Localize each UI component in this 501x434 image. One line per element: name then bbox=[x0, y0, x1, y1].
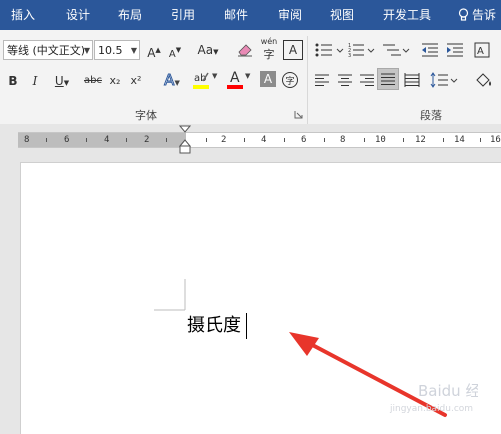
font-size-value: 10.5 bbox=[98, 44, 123, 57]
ruler-number: 12 bbox=[415, 135, 426, 145]
svg-text:3: 3 bbox=[348, 53, 351, 58]
text-cursor bbox=[246, 313, 247, 339]
ruler-tick bbox=[126, 138, 127, 142]
phonetic-guide-button[interactable]: wén 字 bbox=[259, 36, 279, 62]
ruler-number: 8 bbox=[340, 135, 346, 145]
font-name-value: 等线 (中文正文) bbox=[7, 44, 86, 57]
justify-button[interactable] bbox=[377, 68, 399, 90]
ruler-number: 4 bbox=[261, 135, 267, 145]
strikethrough-button[interactable]: abc bbox=[82, 71, 104, 91]
ruler-tick bbox=[480, 138, 481, 142]
document-text[interactable]: 摄氏度 bbox=[187, 311, 241, 341]
bullets-icon[interactable] bbox=[314, 42, 348, 58]
group-separator bbox=[307, 36, 308, 124]
tab-mailings[interactable]: 邮件 bbox=[224, 0, 248, 30]
tab-layout[interactable]: 布局 bbox=[118, 0, 142, 30]
horizontal-ruler[interactable]: 8 6 4 2 2 4 6 8 10 12 14 16 bbox=[18, 132, 501, 148]
font-name-combo[interactable]: 等线 (中文正文) ▼ bbox=[3, 40, 93, 60]
ribbon-tab-bar: 插入 设计 布局 引用 邮件 审阅 视图 开发工具 告诉 bbox=[0, 0, 501, 30]
chevron-down-icon: ▼ bbox=[83, 46, 90, 55]
chevron-down-icon: ▼ bbox=[245, 72, 251, 80]
align-center-icon[interactable] bbox=[337, 73, 353, 87]
increase-indent-icon[interactable] bbox=[446, 42, 464, 58]
ruler-number: 10 bbox=[375, 135, 386, 145]
ruler-tick bbox=[284, 138, 285, 142]
indent-marker-icon[interactable] bbox=[179, 125, 191, 154]
enclose-characters-icon[interactable]: 字 bbox=[281, 71, 299, 89]
superscript-button[interactable]: x² bbox=[128, 71, 144, 91]
ruler-tick bbox=[86, 138, 87, 142]
ruler-number: 8 bbox=[24, 135, 30, 145]
baidu-watermark: Baidu 经验 jingyan.baidu.com bbox=[388, 378, 498, 428]
font-group-label: 字体 bbox=[135, 109, 157, 122]
svg-text:字: 字 bbox=[286, 75, 295, 87]
tab-review[interactable]: 审阅 bbox=[278, 0, 302, 30]
tab-insert[interactable]: 插入 bbox=[11, 0, 35, 30]
shading-bucket-icon[interactable] bbox=[473, 71, 499, 89]
svg-text:A: A bbox=[477, 46, 484, 57]
font-dialog-launcher-icon[interactable] bbox=[294, 110, 303, 119]
clear-formatting-icon[interactable] bbox=[236, 42, 254, 58]
highlight-color-bar bbox=[193, 85, 209, 89]
ruler-number: 14 bbox=[454, 135, 465, 145]
margin-corner-mark bbox=[154, 279, 186, 311]
font-size-combo[interactable]: 10.5 ▼ bbox=[94, 40, 140, 60]
watermark-url: jingyan.baidu.com bbox=[390, 404, 474, 414]
align-left-icon[interactable] bbox=[314, 73, 330, 87]
ruler-number: 6 bbox=[301, 135, 307, 145]
italic-button[interactable]: I bbox=[29, 71, 41, 91]
ruler-tick bbox=[403, 138, 404, 142]
grow-font-button[interactable]: A▲ bbox=[146, 40, 162, 60]
ruler-number: 2 bbox=[144, 135, 150, 145]
subscript-button[interactable]: x₂ bbox=[107, 71, 123, 91]
text-effects-button[interactable]: A▼ bbox=[158, 70, 186, 90]
ruler-tick bbox=[206, 138, 207, 142]
ruler-tick bbox=[166, 138, 167, 142]
chevron-down-icon: ▼ bbox=[130, 46, 137, 55]
font-color-bar bbox=[227, 85, 243, 89]
horizontal-ruler-area: 8 6 4 2 2 4 6 8 10 12 14 16 bbox=[0, 124, 501, 154]
ruler-tick bbox=[46, 138, 47, 142]
ruler-number: 6 bbox=[64, 135, 70, 145]
tab-developer[interactable]: 开发工具 bbox=[383, 0, 431, 30]
underline-button[interactable]: U▼ bbox=[50, 71, 74, 91]
lightbulb-icon[interactable] bbox=[458, 8, 469, 23]
ruler-tick bbox=[244, 138, 245, 142]
highlighter-icon: ab bbox=[194, 72, 209, 84]
svg-text:Baidu 经验: Baidu 经验 bbox=[418, 382, 478, 400]
ribbon-home: 等线 (中文正文) ▼ 10.5 ▼ A▲ A▼ Aa▼ wén 字 A 1 2… bbox=[0, 30, 501, 125]
ruler-tick bbox=[364, 138, 365, 142]
font-color-button[interactable]: A ▼ bbox=[227, 70, 253, 92]
character-shading-button[interactable]: A bbox=[260, 71, 276, 87]
char-border-button[interactable]: A bbox=[283, 40, 303, 60]
baidu-logo: Baidu 经验 bbox=[418, 382, 478, 400]
tab-references[interactable]: 引用 bbox=[171, 0, 195, 30]
bold-button[interactable]: B bbox=[6, 71, 20, 91]
distributed-icon[interactable] bbox=[404, 73, 420, 87]
highlight-color-button[interactable]: ab ▼ bbox=[193, 70, 221, 92]
decrease-indent-icon[interactable] bbox=[421, 42, 439, 58]
chevron-down-icon: ▼ bbox=[212, 72, 218, 80]
numbering-icon[interactable]: 1 2 3 bbox=[348, 42, 378, 58]
multilevel-list-icon[interactable] bbox=[381, 42, 411, 58]
tab-design[interactable]: 设计 bbox=[66, 0, 90, 30]
ruler-tick bbox=[324, 138, 325, 142]
font-color-label: A bbox=[230, 70, 240, 86]
tell-me-box[interactable]: 告诉 bbox=[472, 0, 496, 30]
line-spacing-icon[interactable] bbox=[430, 72, 458, 88]
ruler-margin-shading bbox=[18, 133, 186, 147]
chinese-layout-icon[interactable]: A bbox=[474, 42, 498, 58]
ruler-tick bbox=[443, 138, 444, 142]
align-right-icon[interactable] bbox=[359, 73, 375, 87]
ruler-number: 16 bbox=[490, 135, 501, 145]
justify-icon bbox=[381, 73, 395, 85]
shrink-font-button[interactable]: A▼ bbox=[167, 40, 183, 60]
ruler-number: 2 bbox=[221, 135, 227, 145]
paragraph-group-label: 段落 bbox=[420, 109, 442, 122]
ruler-number: 4 bbox=[104, 135, 110, 145]
tab-view[interactable]: 视图 bbox=[330, 0, 354, 30]
change-case-button[interactable]: Aa▼ bbox=[194, 40, 222, 60]
